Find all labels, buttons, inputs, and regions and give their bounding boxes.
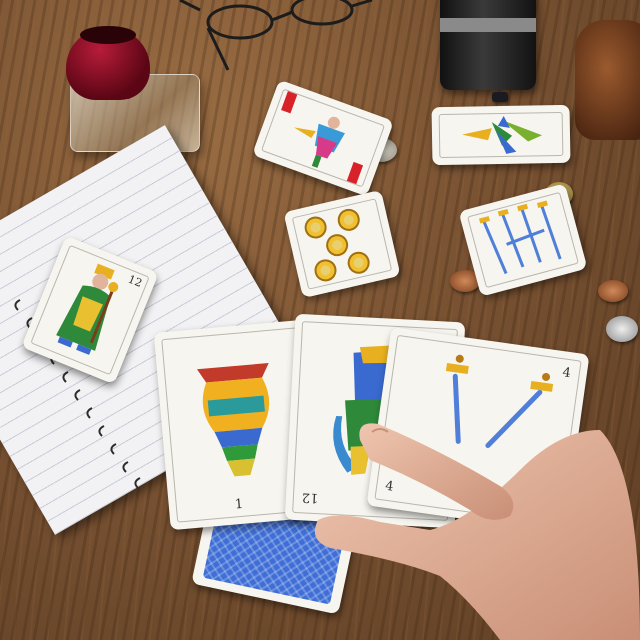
hand bbox=[314, 423, 640, 640]
photo-scene: 12 1 12 4 4 bbox=[0, 0, 640, 640]
